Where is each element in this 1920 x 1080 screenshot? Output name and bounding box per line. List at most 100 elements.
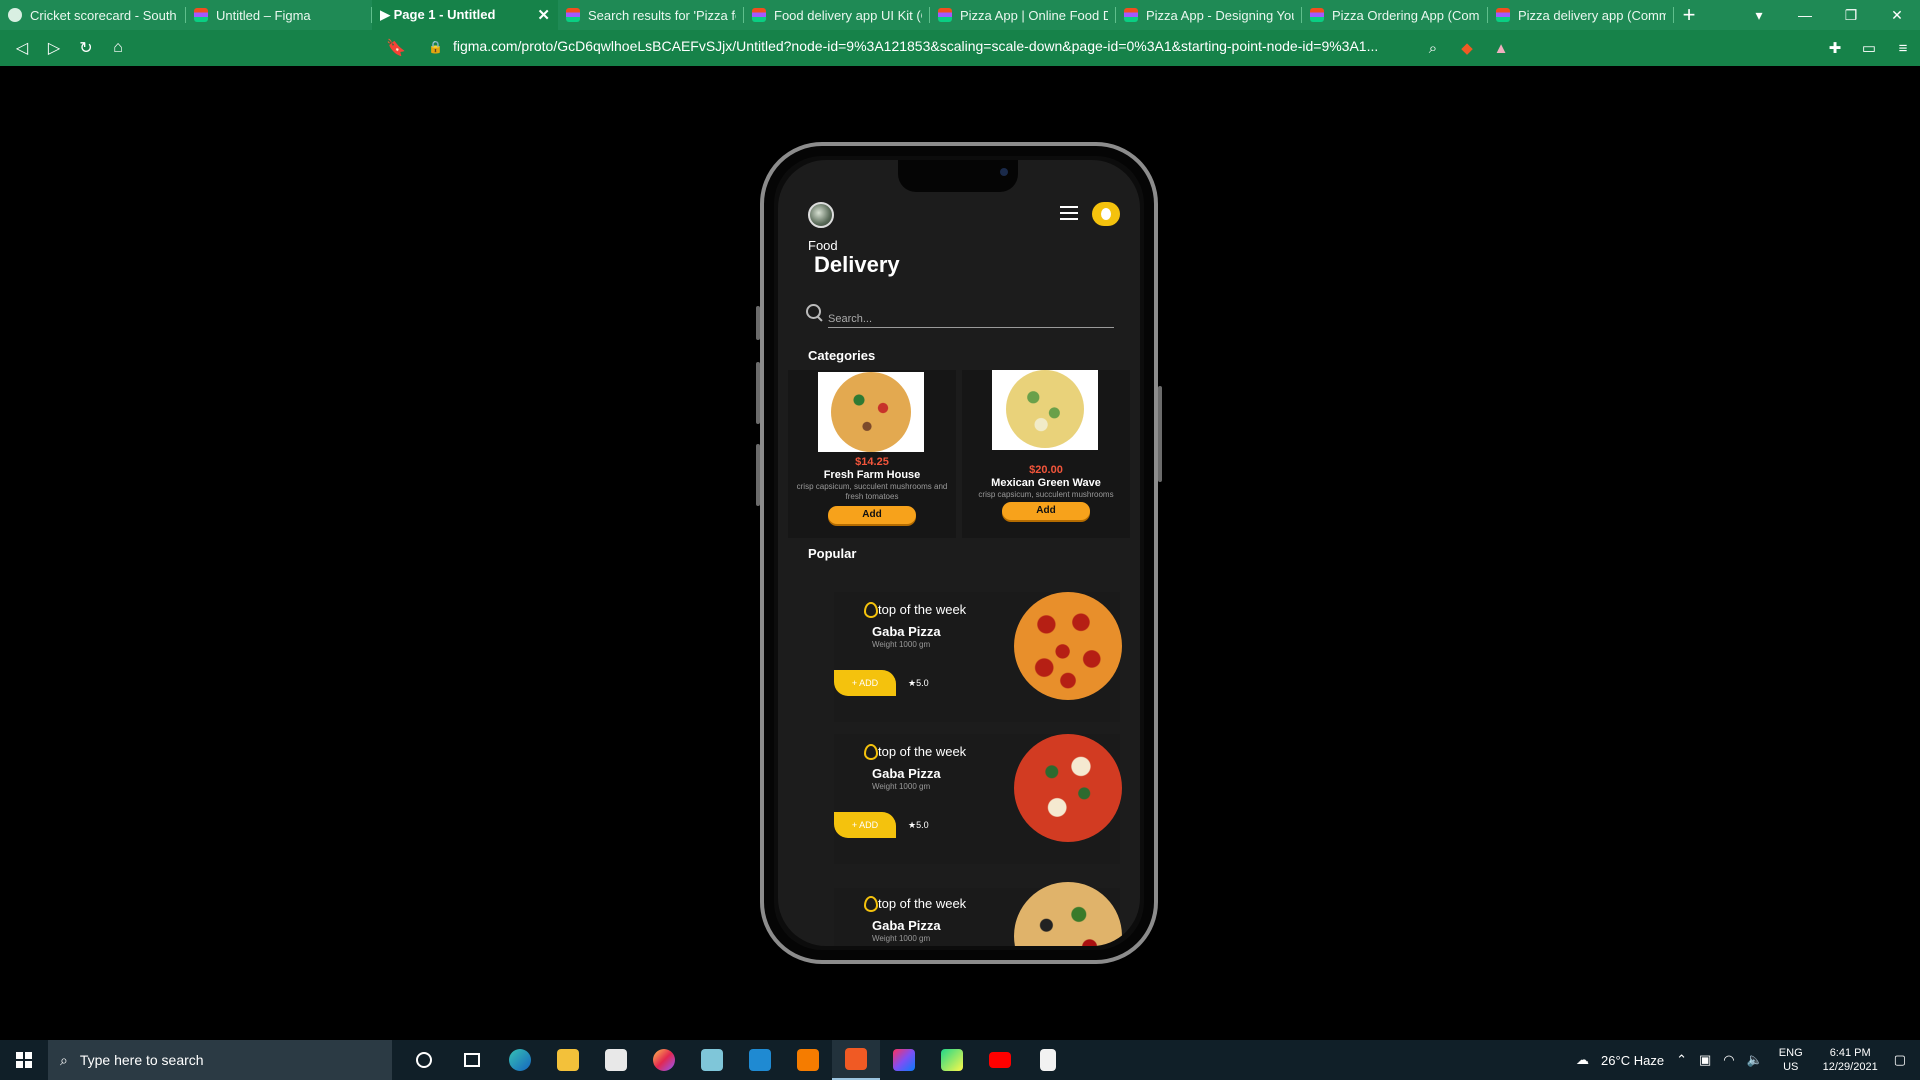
vscode-icon[interactable]	[736, 1040, 784, 1080]
store-icon[interactable]	[592, 1040, 640, 1080]
sublime-icon[interactable]	[784, 1040, 832, 1080]
notification-icon[interactable]: ▢	[1894, 1052, 1906, 1068]
camera-icon	[1000, 168, 1008, 176]
tab-page1-active[interactable]: ▶ Page 1 - Untitled ✕	[372, 0, 558, 30]
tab-pizza-app-online[interactable]: Pizza App | Online Food Del	[930, 0, 1116, 30]
tab-pizza-delivery[interactable]: Pizza delivery app (Commun	[1488, 0, 1674, 30]
phone-power-button	[1158, 386, 1162, 482]
tab-title: Pizza Ordering App (Comm	[1332, 7, 1480, 23]
tab-menu-icon[interactable]: ▾	[1736, 7, 1782, 24]
meet-icon[interactable]: ▣	[1699, 1052, 1711, 1068]
popular-name: Gaba Pizza	[872, 918, 941, 933]
date: 12/29/2021	[1822, 1061, 1878, 1073]
category-desc: crisp capsicum, succulent mushrooms	[978, 490, 1114, 499]
tab-figma-untitled[interactable]: Untitled – Figma	[186, 0, 372, 30]
browser-tab-bar: Cricket scorecard - South Af Untitled – …	[0, 0, 1920, 30]
popular-card[interactable]: top of the week Gaba Pizza Weight 1000 g…	[834, 882, 1122, 946]
search-icon	[806, 304, 824, 322]
phone-notch	[898, 160, 1018, 192]
search-input[interactable]	[828, 310, 1114, 328]
popular-badge: top of the week	[878, 744, 967, 759]
heading-subtitle: Food	[808, 238, 838, 253]
figma-favicon-icon	[194, 8, 208, 22]
brave-rewards-icon[interactable]: ▲	[1484, 40, 1518, 57]
cortana-icon[interactable]	[400, 1040, 448, 1080]
tab-search-results[interactable]: Search results for 'Pizza foo	[558, 0, 744, 30]
forward-button[interactable]: ▷	[38, 38, 70, 58]
weather-icon[interactable]: ☁	[1576, 1052, 1589, 1068]
minimize-button[interactable]: —	[1782, 7, 1828, 23]
wifi-icon[interactable]: ◠	[1723, 1052, 1734, 1068]
new-tab-button[interactable]: +	[1674, 0, 1704, 30]
popular-badge: top of the week	[878, 896, 967, 911]
address-bar-actions: ⌕ ◆ ▲ ✚ ▭ ≡	[1416, 30, 1920, 66]
language-indicator[interactable]: ENG US	[1779, 1046, 1803, 1074]
avatar[interactable]	[808, 202, 834, 228]
category-name: Mexican Green Wave	[991, 477, 1101, 489]
category-name: Fresh Farm House	[823, 469, 921, 481]
chevron-up-icon[interactable]: ⌃	[1676, 1052, 1687, 1068]
clock[interactable]: 6:41 PM 12/29/2021	[1823, 1046, 1878, 1074]
home-button[interactable]: ⌂	[102, 39, 134, 57]
popular-name: Gaba Pizza	[872, 624, 941, 639]
address-bar: ◁ ▷ ↻ ⌂ 🔖 🔒 figma.com/proto/GcD6qwlhoeLsB…	[0, 30, 1920, 66]
close-window-button[interactable]: ✕	[1874, 7, 1920, 24]
zoom-icon[interactable]: ⌕	[1416, 40, 1450, 57]
time: 6:41 PM	[1829, 1047, 1871, 1059]
tab-food-delivery-kit[interactable]: Food delivery app UI Kit (Co	[744, 0, 930, 30]
restore-button[interactable]: ❐	[1828, 7, 1874, 24]
tab-cricket[interactable]: Cricket scorecard - South Af	[0, 0, 186, 30]
figma-favicon-icon	[566, 8, 580, 22]
popular-add-button[interactable]: + ADD	[834, 812, 896, 838]
category-card[interactable]: $14.25 Fresh Farm House crisp capsicum, …	[788, 370, 956, 538]
tab-title: Pizza delivery app (Commun	[1518, 7, 1666, 23]
popular-add-button[interactable]: + ADD	[834, 670, 896, 696]
pycharm-icon[interactable]	[928, 1040, 976, 1080]
url-field[interactable]: 🔒 figma.com/proto/GcD6qwlhoeLsBCAEFvSJjx/…	[428, 38, 1378, 54]
theme-toggle[interactable]	[1092, 202, 1120, 226]
pizza-image	[1014, 734, 1122, 842]
popular-name: Gaba Pizza	[872, 766, 941, 781]
add-button[interactable]: Add	[1002, 502, 1090, 520]
popular-card[interactable]: top of the week Gaba Pizza Weight 1000 g…	[834, 592, 1122, 722]
reload-button[interactable]: ↻	[70, 38, 102, 58]
brave-shield-icon[interactable]: ◆	[1450, 39, 1484, 57]
category-price: $20.00	[1029, 464, 1063, 476]
popular-weight: Weight 1000 gm	[872, 934, 931, 943]
back-button[interactable]: ◁	[6, 38, 38, 58]
system-tray: ☁ 26°C Haze ⌃ ▣ ◠ 🔈 ENG US 6:41 PM 12/29…	[1570, 1040, 1920, 1080]
pizza-image	[818, 372, 924, 452]
flame-icon	[864, 602, 878, 618]
category-price: $14.25	[855, 456, 889, 468]
volume-icon[interactable]: 🔈	[1747, 1052, 1763, 1068]
file-explorer-icon[interactable]	[544, 1040, 592, 1080]
firefox-icon[interactable]	[640, 1040, 688, 1080]
list-menu-icon[interactable]	[1060, 206, 1078, 220]
intellij-icon[interactable]	[880, 1040, 928, 1080]
edge-icon[interactable]	[496, 1040, 544, 1080]
extensions-icon[interactable]: ✚	[1818, 39, 1852, 57]
region: US	[1783, 1061, 1799, 1073]
bookmark-icon[interactable]: 🔖	[380, 38, 412, 58]
task-view-icon[interactable]	[448, 1040, 496, 1080]
menu-icon[interactable]: ≡	[1886, 40, 1920, 57]
add-button[interactable]: Add	[828, 506, 916, 524]
youtube-icon[interactable]	[976, 1040, 1024, 1080]
popular-card[interactable]: top of the week Gaba Pizza Weight 1000 g…	[834, 734, 1122, 864]
document-icon[interactable]	[1024, 1040, 1072, 1080]
tab-pizza-ordering[interactable]: Pizza Ordering App (Comm	[1302, 0, 1488, 30]
tab-close-icon[interactable]: ✕	[537, 6, 550, 24]
notepad-icon[interactable]	[688, 1040, 736, 1080]
weather-text[interactable]: 26°C Haze	[1601, 1053, 1664, 1068]
wallet-icon[interactable]: ▭	[1852, 39, 1886, 57]
taskbar-apps	[400, 1040, 1072, 1080]
taskbar-search[interactable]: ⌕ Type here to search	[48, 1040, 392, 1080]
figma-prototype-canvas: Food Delivery Categories $14.25 Fresh Fa…	[0, 66, 1920, 1040]
tab-pizza-app-designing[interactable]: Pizza App - Designing Your	[1116, 0, 1302, 30]
pizza-image	[992, 370, 1098, 450]
tab-title: Untitled – Figma	[216, 7, 311, 23]
category-card[interactable]: $20.00 Mexican Green Wave crisp capsicum…	[962, 370, 1130, 538]
brave-icon[interactable]	[832, 1040, 880, 1080]
figma-favicon-icon	[1496, 8, 1510, 22]
start-button[interactable]	[0, 1040, 48, 1080]
